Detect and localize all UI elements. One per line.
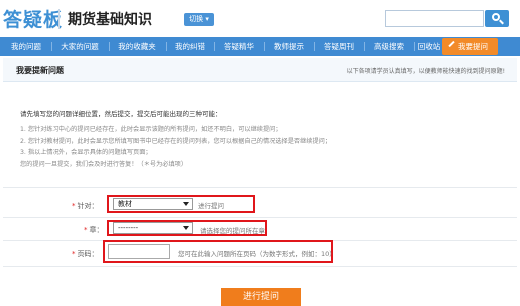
search-button[interactable] — [485, 10, 509, 27]
switch-subject-button[interactable]: 切换 ▾ — [184, 13, 214, 26]
switch-label: 切换 — [189, 15, 204, 23]
ask-button-label: 我要提问 — [458, 42, 488, 51]
nav-teacher-tips[interactable]: 教师提示 — [268, 37, 310, 56]
chevron-down-icon — [183, 226, 189, 230]
target-label: * 针对： — [72, 202, 99, 210]
pencil-icon — [448, 40, 455, 48]
nav-advanced-search[interactable]: 高级搜索 — [368, 37, 410, 56]
nav-corrections[interactable]: 我的纠错 — [170, 37, 210, 56]
chapter-label: * 章： — [84, 226, 104, 234]
form-divider — [3, 266, 517, 267]
submit-question-button[interactable]: 进行提问 — [221, 288, 301, 306]
section-note: 以下各项请学员认真填写，以便教师能快速的找到提问原题! — [346, 68, 505, 75]
logo[interactable]: 答疑板 — [3, 5, 63, 32]
instruction-line: 1. 您针对练习中心的提问已经存在，此时会显示该题的所有提问，如还不明白，可以继… — [20, 126, 282, 133]
chapter-hint: 请选择您的提问所在章 — [200, 227, 265, 235]
nav-weekly[interactable]: 答疑周刊 — [318, 37, 360, 56]
header: 答疑板 期货基础知识 切换 ▾ — [0, 0, 520, 36]
instruction-line: 3. 指以上情况外，会显示具体的问题填写页面； — [20, 149, 152, 156]
section-title-bar: 我要提新问题 以下各项请学员认真填写，以便教师能快速的找到提问原题! — [3, 58, 517, 82]
chevron-down-icon — [183, 202, 189, 206]
page-hint: 您可在此输入问题所在页码（为数字形式，例如：10） — [178, 250, 336, 258]
target-select-value: 教材 — [118, 200, 132, 208]
form-divider — [3, 187, 517, 188]
chapter-select[interactable]: -------- — [113, 222, 193, 234]
nav-everyone-questions[interactable]: 大家的问题 — [54, 37, 106, 56]
ask-question-button[interactable]: 我要提问 — [442, 38, 498, 55]
nav-my-questions[interactable]: 我的问题 — [4, 37, 48, 56]
page-number-input[interactable] — [108, 244, 170, 259]
page-label: * 页码： — [72, 250, 99, 258]
chapter-select-value: -------- — [118, 224, 139, 232]
nav-favorites[interactable]: 我的收藏夹 — [112, 37, 162, 56]
instructions: 请先填写您的问题详细位置，然后提交，提交后可能出现的三种可能： 1. 您针对练习… — [20, 108, 480, 170]
instruction-line: 2. 您针对教材提问，此时会显示您所填写图书中已经存在的提问列表，您可以根据自己… — [20, 137, 332, 145]
search-input[interactable] — [385, 10, 484, 27]
target-select[interactable]: 教材 — [113, 198, 193, 210]
instruction-line: 您的提问一旦提交，我们会及时进行答复！（＊号为必填项） — [20, 160, 188, 168]
page-title: 我要提新问题 — [16, 66, 64, 75]
subject-title: 期货基础知识 — [68, 12, 152, 28]
header-separator — [58, 9, 60, 29]
nav-highlights[interactable]: 答疑精华 — [218, 37, 260, 56]
target-hint: 进行提问 — [198, 202, 224, 210]
form-divider — [3, 217, 517, 218]
instructions-heading: 请先填写您的问题详细位置，然后提交，提交后可能出现的三种可能： — [20, 110, 222, 118]
